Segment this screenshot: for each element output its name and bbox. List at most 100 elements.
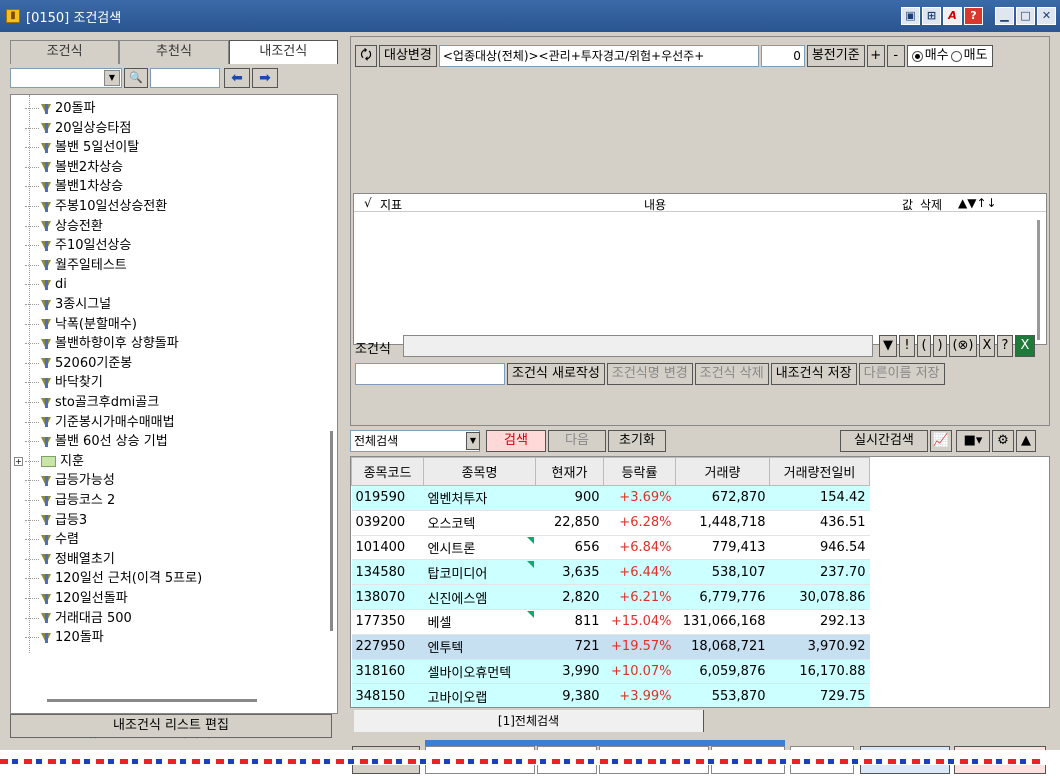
op-open[interactable]: ( [917, 335, 931, 357]
condition-tree[interactable]: 20돌파 20일상승타점 볼밴 5일선이탈 볼밴2차상승 볼밴1차상승 주봉10일선상승전… [10, 94, 338, 714]
chart-icon[interactable]: 📈 [930, 430, 952, 452]
arrow-left-icon[interactable]: ⬅ [224, 68, 250, 88]
buy-sell-radio[interactable]: 매수 매도 [906, 45, 993, 67]
dropdown-icon[interactable]: ▼ [879, 335, 897, 357]
table-row[interactable]: 177350 베셀 811 +15.04% 131,066,168 292.13 [351, 609, 870, 635]
tree-item[interactable]: sto골크후dmi골크 [25, 393, 159, 412]
table-row[interactable]: 101400 엔시트론 656 +6.84% 779,413 946.54 [351, 535, 870, 561]
tree-scrollbar[interactable] [330, 431, 333, 631]
tree-item[interactable]: 주10일선상승 [25, 236, 131, 255]
tree-item[interactable]: 20일상승타점 [25, 119, 131, 138]
new-condition-button[interactable]: 조건식 새로작성 [507, 363, 605, 385]
col-price[interactable]: 현재가 [535, 457, 604, 486]
table-row[interactable]: 019590 엠벤처투자 900 +3.69% 672,870 154.42 [351, 485, 870, 511]
tree-item[interactable]: 기준봉시가매수매매법 [25, 413, 175, 432]
tree-item[interactable]: 볼밴하향이후 상향돌파 [25, 334, 179, 353]
acrobat-icon[interactable]: A [943, 7, 962, 25]
col-code[interactable]: 종목코드 [351, 457, 424, 486]
tree-item[interactable]: 바닥찾기 [25, 373, 103, 392]
tree-item[interactable]: di [25, 275, 67, 294]
tree-item[interactable]: 주봉10일선상승전환 [25, 197, 167, 216]
search-scope-select[interactable]: 전체검색 [350, 430, 480, 452]
bong-count-stepper[interactable]: 0 [760, 45, 805, 67]
result-table[interactable]: 종목코드 종목명 현재가 등락률 거래량 거래량전일비 019590 엠벤처투자 9… [350, 456, 1050, 708]
gear-icon[interactable]: ⚙ [992, 430, 1014, 452]
op-not[interactable]: ! [899, 335, 915, 357]
tree-item[interactable]: 지훈 [25, 452, 84, 471]
table-row[interactable]: 318160 셀바이오휴먼텍 3,990 +10.07% 6,059,876 16,170… [351, 659, 870, 685]
tree-item[interactable]: 볼밴 60선 상승 기법 [25, 432, 168, 451]
condition-name-input[interactable] [355, 363, 505, 385]
bong-basis-button[interactable]: 봉전기준 [806, 45, 865, 67]
search-icon[interactable]: 🔍 [124, 68, 148, 88]
tree-item[interactable]: 20돌파 [25, 99, 95, 118]
next-button[interactable]: 다음 [548, 430, 606, 452]
menu-dropdown-icon[interactable]: ■▾ [956, 430, 990, 452]
layout-icon[interactable]: ▣ [901, 7, 920, 25]
col-volume[interactable]: 거래량 [675, 457, 770, 486]
tree-item[interactable]: 볼밴1차상승 [25, 177, 123, 196]
tree-item[interactable]: 급등코스 2 [25, 491, 115, 510]
close-icon[interactable]: ✕ [1037, 7, 1056, 25]
table-row[interactable]: 134580 탑코미디어 3,635 +6.44% 538,107 237.70 [351, 559, 870, 586]
expand-icon[interactable]: + [14, 456, 23, 466]
tree-item[interactable]: 120일선 근처(이격 5프로) [25, 569, 202, 588]
tab-my-conditions[interactable]: 내조건식 [228, 40, 338, 64]
condition-input[interactable] [403, 335, 873, 357]
tree-item[interactable]: 볼밴2차상승 [25, 158, 123, 177]
excel-icon[interactable]: X [1015, 335, 1035, 357]
search-button[interactable]: 검색 [486, 430, 546, 452]
tab-recommended[interactable]: 추천식 [119, 40, 229, 64]
edit-list-button[interactable]: 내조건식 리스트 편집 [10, 714, 332, 738]
tree-item[interactable]: 급등3 [25, 511, 87, 530]
tree-item[interactable]: 낙폭(분할매수) [25, 315, 137, 334]
tree-item[interactable]: 상승전환 [25, 217, 103, 236]
tree-item[interactable]: 급등가능성 [25, 471, 115, 490]
col-name[interactable]: 종목명 [423, 457, 536, 486]
col-volume-ratio[interactable]: 거래량전일비 [769, 457, 870, 486]
refresh-icon[interactable]: 🗘 [355, 45, 377, 67]
help-icon[interactable]: ? [964, 7, 983, 25]
tree-item[interactable]: 정배열초기 [25, 550, 115, 569]
tree-item[interactable]: 3종시그널 [25, 295, 111, 314]
op-group[interactable]: (⊗) [949, 335, 977, 357]
table-row[interactable]: 348150 고바이오랩 9,380 +3.99% 553,870 729.75 [351, 683, 870, 707]
op-help[interactable]: ? [997, 335, 1013, 357]
tree-hscrollbar[interactable] [47, 699, 257, 702]
pin-icon[interactable]: ⊞ [922, 7, 941, 25]
minus-button[interactable]: - [886, 45, 905, 67]
rename-button[interactable]: 조건식명 변경 [606, 363, 693, 385]
save-condition-button[interactable]: 내조건식 저장 [770, 363, 857, 385]
arrow-right-icon[interactable]: ➡ [252, 68, 278, 88]
plus-button[interactable]: + [866, 45, 885, 67]
tree-item[interactable]: 120돌파 [25, 628, 104, 647]
search-input[interactable] [150, 68, 220, 88]
realtime-search-button[interactable]: 실시간검색 [840, 430, 928, 452]
tree-item[interactable]: 볼밴 5일선이탈 [25, 138, 139, 157]
tree-item[interactable]: 월주일테스트 [25, 256, 127, 275]
table-row[interactable]: 039200 오스코텍 22,850 +6.28% 1,448,718 436.51 [351, 510, 870, 536]
col-change[interactable]: 등락률 [603, 457, 676, 486]
tab-all-search[interactable]: [1]전체검색 [354, 710, 704, 732]
criteria-list[interactable]: √ 지표 내용 값 삭제 ▲▼↑↓ [353, 193, 1047, 345]
restore-icon[interactable]: □ [1016, 7, 1035, 25]
tab-conditions[interactable]: 조건식 [10, 40, 120, 64]
table-row[interactable]: 227950 엔투텍 721 +19.57% 18,068,721 3,970.92 [351, 634, 870, 660]
change-target-button[interactable]: 대상변경 [379, 45, 437, 67]
minimize-icon[interactable]: ▁ [995, 7, 1014, 25]
tree-item[interactable]: 120일선돌파 [25, 589, 128, 608]
reset-button[interactable]: 초기화 [608, 430, 666, 452]
chevron-down-icon[interactable]: ▼ [466, 432, 480, 450]
tree-item[interactable]: 거래대금 500 [25, 609, 132, 628]
save-as-button[interactable]: 다른이름 저장 [858, 363, 945, 385]
tree-item[interactable]: 52060기준봉 [25, 354, 132, 373]
op-x[interactable]: X [979, 335, 995, 357]
collapse-up-icon[interactable]: ▲ [1016, 430, 1036, 452]
table-row[interactable]: 138070 신진에스엠 2,820 +6.21% 6,779,776 30,078.86 [351, 584, 870, 610]
tree-item[interactable]: 수렴 [25, 530, 79, 549]
op-close[interactable]: ) [933, 335, 947, 357]
chevron-down-icon[interactable]: ▼ [104, 70, 120, 86]
delete-condition-button[interactable]: 조건식 삭제 [694, 363, 769, 385]
category-select[interactable]: ▼ [10, 68, 122, 88]
target-field[interactable]: <업종대상(전체)><관리+투자경고/위험+우선주+ [438, 45, 759, 67]
